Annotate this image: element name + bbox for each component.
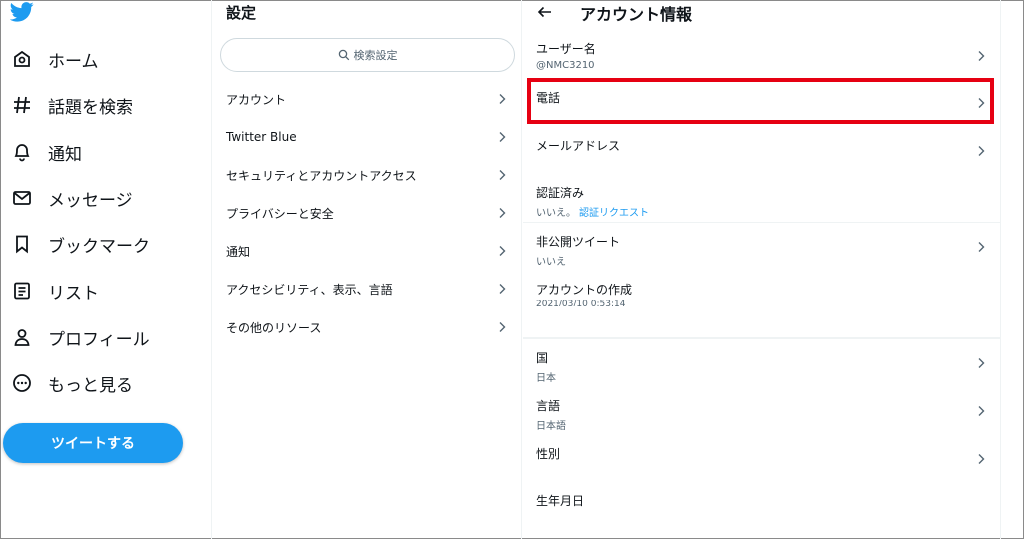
settings-item-account[interactable]: アカウント	[213, 80, 522, 118]
settings-item-label: アクセシビリティ、表示、言語	[226, 282, 393, 297]
account-row-language[interactable]: 言語 日本語	[523, 397, 1001, 432]
settings-item-label: プライバシーと安全	[226, 206, 334, 221]
nav-item-bookmarks[interactable]: ブックマーク	[10, 224, 150, 264]
bookmark-icon	[10, 232, 34, 256]
nav-item-more[interactable]: もっと見る	[10, 363, 133, 403]
account-row-verified: 認証済み いいえ。 認証リクエスト	[523, 184, 1001, 219]
account-row-created: アカウントの作成 2021/03/10 0:53:14	[523, 281, 1001, 307]
nav-item-messages[interactable]: メッセージ	[10, 178, 133, 218]
list-icon	[10, 279, 34, 303]
left-navigation: ホーム 話題を検索 通知 メッセージ ブックマーク リスト プロフィール もっと…	[0, 0, 212, 539]
divider	[523, 222, 1001, 223]
country-value: 日本	[536, 373, 556, 384]
nav-item-notifications[interactable]: 通知	[10, 132, 82, 172]
settings-item-label: セキュリティとアカウントアクセス	[226, 168, 417, 183]
account-row-country[interactable]: 国 日本	[523, 349, 1001, 384]
settings-item-notifications[interactable]: 通知	[213, 232, 522, 270]
account-row-username[interactable]: ユーザー名 @NMC3210	[523, 40, 1001, 78]
mail-icon	[10, 186, 34, 210]
twitter-logo-icon[interactable]	[9, 2, 36, 24]
settings-item-privacy[interactable]: プライバシーと安全	[213, 194, 522, 232]
nav-label: メッセージ	[48, 190, 133, 211]
chevron-right-icon	[499, 132, 506, 142]
settings-title: 設定	[226, 4, 257, 22]
account-row-birthdate[interactable]: 生年月日	[523, 492, 1001, 518]
gender-label: 性別	[536, 447, 561, 461]
settings-item-label: アカウント	[226, 92, 287, 107]
nav-label: 話題を検索	[48, 97, 133, 118]
verification-request-link[interactable]: 認証リクエスト	[579, 208, 649, 219]
more-circle-icon	[10, 371, 34, 395]
account-info-title: アカウント情報	[580, 5, 693, 24]
settings-item-twitter-blue[interactable]: Twitter Blue	[213, 118, 522, 156]
chevron-right-icon	[978, 242, 985, 252]
nav-item-home[interactable]: ホーム	[10, 39, 99, 79]
nav-item-lists[interactable]: リスト	[10, 271, 99, 311]
account-row-protected-tweets[interactable]: 非公開ツイート いいえ	[523, 233, 1001, 268]
language-value: 日本語	[536, 421, 566, 432]
verified-label: 認証済み	[536, 186, 585, 200]
birthdate-label: 生年月日	[536, 494, 585, 508]
nav-label: プロフィール	[48, 329, 150, 350]
search-placeholder: 検索設定	[353, 49, 398, 62]
back-arrow-icon[interactable]	[535, 2, 555, 22]
settings-search-input[interactable]: 検索設定	[220, 38, 515, 72]
account-row-phone[interactable]: 電話	[523, 89, 1001, 119]
chevron-right-icon	[499, 94, 506, 104]
email-label: メールアドレス	[536, 139, 621, 153]
home-icon	[10, 47, 34, 71]
account-row-gender[interactable]: 性別	[523, 445, 1001, 475]
chevron-right-icon	[978, 98, 985, 108]
protected-tweets-label: 非公開ツイート	[536, 235, 621, 249]
protected-tweets-value: いいえ	[536, 257, 566, 268]
settings-item-security[interactable]: セキュリティとアカウントアクセス	[213, 156, 522, 194]
chevron-right-icon	[978, 454, 985, 464]
nav-label: ホーム	[48, 51, 99, 72]
tweet-button[interactable]: ツイートする	[3, 423, 183, 463]
country-label: 国	[536, 351, 549, 365]
username-value: @NMC3210	[536, 60, 595, 71]
chevron-right-icon	[499, 284, 506, 294]
settings-item-label: 通知	[226, 244, 251, 259]
nav-label: もっと見る	[48, 375, 133, 396]
chevron-right-icon	[499, 208, 506, 218]
settings-item-accessibility[interactable]: アクセシビリティ、表示、言語	[213, 270, 522, 308]
chevron-right-icon	[978, 146, 985, 156]
account-created-value: 2021/03/10 0:53:14	[536, 300, 626, 306]
account-info-panel: アカウント情報 ユーザー名 @NMC3210 電話 メールアドレス 認証済み い…	[523, 0, 1001, 539]
settings-item-resources[interactable]: その他のリソース	[213, 308, 522, 346]
username-label: ユーザー名	[536, 42, 596, 56]
settings-item-label: その他のリソース	[226, 320, 322, 335]
nav-label: ブックマーク	[48, 236, 150, 257]
chevron-right-icon	[978, 51, 985, 61]
search-icon	[338, 49, 349, 61]
settings-item-label: Twitter Blue	[226, 130, 297, 144]
nav-item-profile[interactable]: プロフィール	[10, 317, 150, 357]
nav-label: リスト	[48, 283, 99, 304]
chevron-right-icon	[499, 322, 506, 332]
account-row-email[interactable]: メールアドレス	[523, 137, 1001, 167]
verified-value: いいえ。	[536, 208, 576, 219]
chevron-right-icon	[499, 170, 506, 180]
nav-label: 通知	[48, 144, 82, 165]
bell-icon	[10, 140, 34, 164]
chevron-right-icon	[978, 358, 985, 368]
phone-label: 電話	[536, 91, 561, 105]
chevron-right-icon	[499, 246, 506, 256]
nav-item-explore[interactable]: 話題を検索	[10, 85, 133, 125]
person-icon	[10, 325, 34, 349]
chevron-right-icon	[978, 406, 985, 416]
settings-panel: 設定 検索設定 アカウント Twitter Blue セキュリティとアカウントア…	[213, 0, 522, 539]
hashtag-icon	[10, 93, 34, 117]
section-divider	[523, 337, 1001, 339]
account-created-label: アカウントの作成	[536, 283, 633, 297]
language-label: 言語	[536, 399, 561, 413]
